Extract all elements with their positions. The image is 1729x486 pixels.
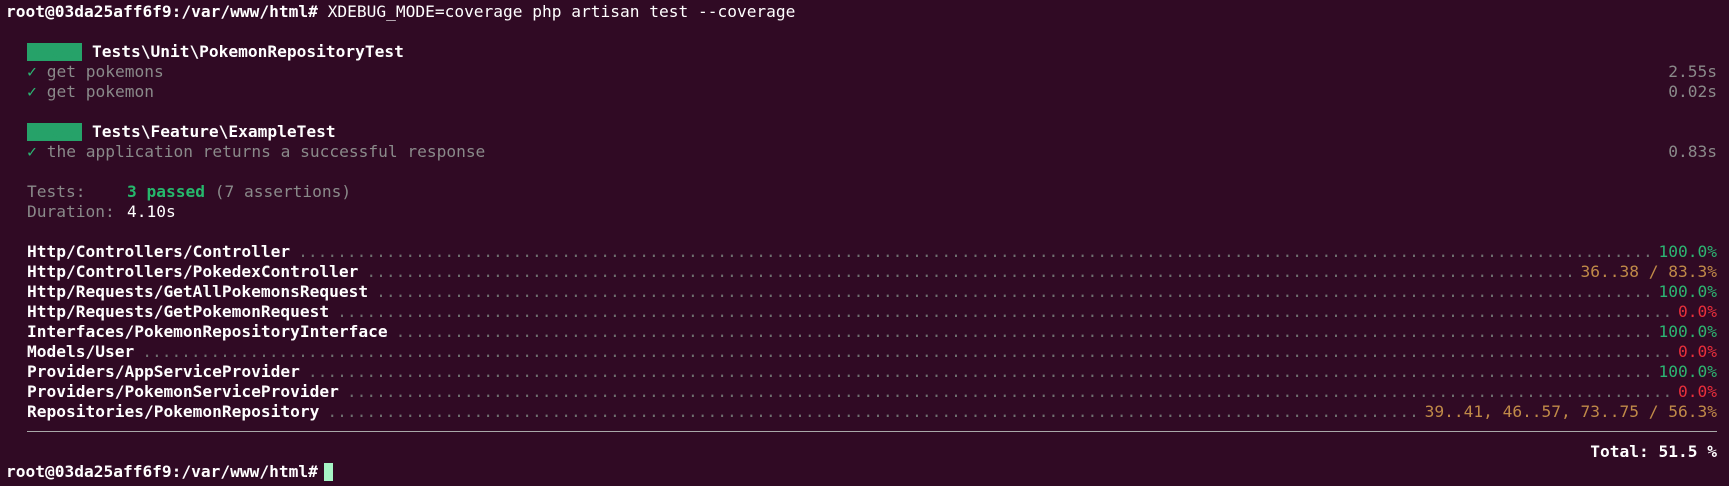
check-icon: ✓ [27,82,37,101]
suite-header: PASS Tests\Unit\PokemonRepositoryTest [6,42,1717,62]
check-icon: ✓ [27,62,37,81]
coverage-row: Models/User ............................… [6,342,1717,362]
coverage-row: Http/Controllers/PokedexController .....… [6,262,1717,282]
coverage-file: Providers/AppServiceProvider [27,362,300,381]
passed-count: 3 passed [127,182,205,201]
test-name: get pokemons [46,62,164,81]
test-time: 0.02s [1668,82,1717,101]
command-text: XDEBUG_MODE=coverage php artisan test --… [327,2,796,21]
shell-prompt: root@03da25aff6f9:/var/www/html# [6,2,318,21]
coverage-percent: 0.0% [1678,302,1717,321]
pass-badge: PASS [27,43,82,61]
tests-summary: Tests: 3 passed (7 assertions) [6,182,1717,202]
test-time: 0.83s [1668,142,1717,161]
test-result-row: ✓ the application returns a successful re… [6,142,1717,162]
command-line: root@03da25aff6f9:/var/www/html# XDEBUG_… [6,2,1717,22]
uncovered-lines: 39..41, 46..57, 73..75 / [1424,402,1669,421]
test-name: get pokemon [46,82,154,101]
coverage-file: Http/Requests/GetAllPokemonsRequest [27,282,369,301]
uncovered-lines: 36..38 / [1580,262,1669,281]
coverage-file: Interfaces/PokemonRepositoryInterface [27,322,388,341]
coverage-file: Models/User [27,342,135,361]
coverage-percent: 56.3% [1668,402,1717,421]
coverage-file: Repositories/PokemonRepository [27,402,320,421]
pass-badge: PASS [27,123,82,141]
assertions-count: (7 assertions) [214,182,352,201]
dot-leader: ........................................… [346,382,1670,401]
dot-leader: ........................................… [307,362,1651,381]
test-result-row: ✓ get pokemons 2.55s [6,62,1717,82]
dot-leader: ........................................… [376,282,1651,301]
duration-label: Duration: [27,202,115,221]
coverage-total: Total: 51.5 % [1590,442,1717,461]
dot-leader: ........................................… [298,242,1650,261]
coverage-percent: 100.0% [1658,282,1717,301]
coverage-percent: 83.3% [1668,262,1717,281]
coverage-row: Http/Requests/GetAllPokemonsRequest ....… [6,282,1717,302]
cursor-block [323,463,333,481]
test-name: the application returns a successful res… [46,142,486,161]
coverage-percent: 100.0% [1658,322,1717,341]
coverage-file: Providers/PokemonServiceProvider [27,382,339,401]
coverage-percent: 100.0% [1658,362,1717,381]
coverage-file: Http/Controllers/PokedexController [27,262,359,281]
suite-header: PASS Tests\Feature\ExampleTest [6,122,1717,142]
coverage-percent: 0.0% [1678,382,1717,401]
coverage-row: Http/Requests/GetPokemonRequest ........… [6,302,1717,322]
coverage-row: Providers/PokemonServiceProvider .......… [6,382,1717,402]
coverage-row: Providers/AppServiceProvider ...........… [6,362,1717,382]
suite-name: Tests\Unit\PokemonRepositoryTest [91,42,404,61]
dot-leader: ........................................… [395,322,1651,341]
coverage-row: Interfaces/PokemonRepositoryInterface ..… [6,322,1717,342]
suite-name: Tests\Feature\ExampleTest [91,122,336,141]
duration-value: 4.10s [127,202,176,221]
test-result-row: ✓ get pokemon 0.02s [6,82,1717,102]
dot-leader: ........................................… [337,302,1671,321]
dot-leader: ........................................… [327,402,1417,421]
dot-leader: ........................................… [366,262,1573,281]
tests-label: Tests: [27,182,86,201]
coverage-percent: 100.0% [1658,242,1717,261]
check-icon: ✓ [27,142,37,161]
shell-prompt: root@03da25aff6f9:/var/www/html# [6,462,318,481]
dot-leader: ........................................… [142,342,1670,361]
coverage-row: Http/Controllers/Controller ............… [6,242,1717,262]
coverage-file: Http/Requests/GetPokemonRequest [27,302,330,321]
terminal-window[interactable]: root@03da25aff6f9:/var/www/html# XDEBUG_… [6,2,1717,482]
prompt-line[interactable]: root@03da25aff6f9:/var/www/html# [6,462,1717,482]
duration-summary: Duration: 4.10s [6,202,1717,222]
coverage-percent: 0.0% [1678,342,1717,361]
coverage-table: Http/Controllers/Controller ............… [6,242,1717,422]
coverage-file: Http/Controllers/Controller [27,242,291,261]
coverage-row: Repositories/PokemonRepository .........… [6,402,1717,422]
test-time: 2.55s [1668,62,1717,81]
horizontal-divider [27,431,1717,432]
